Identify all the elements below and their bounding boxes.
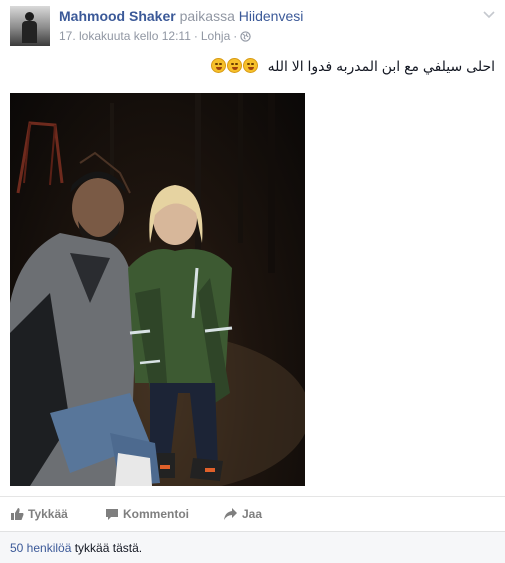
post-timestamp[interactable]: 17. lokakuuta kello 12:11	[59, 29, 191, 43]
laughing-emoji	[211, 58, 226, 73]
share-button[interactable]: Jaa	[223, 507, 262, 521]
location-link[interactable]: Hiidenvesi	[239, 8, 304, 24]
comment-label: Kommentoi	[123, 507, 189, 521]
share-label: Jaa	[242, 507, 263, 521]
comment-button[interactable]: Kommentoi	[105, 507, 189, 521]
like-button[interactable]: Tykkää	[10, 507, 68, 521]
location-prefix: paikassa	[179, 8, 235, 24]
likes-rest-text: tykkää tästä.	[71, 541, 143, 555]
chevron-down-icon[interactable]	[483, 8, 495, 22]
crying-laughing-emoji	[243, 58, 258, 73]
likes-count-link[interactable]: 50 henkilöä	[10, 541, 71, 555]
globe-icon[interactable]	[240, 31, 251, 45]
meta-separator: ·	[233, 29, 238, 43]
post-place[interactable]: Lohja	[201, 29, 230, 43]
like-label: Tykkää	[28, 507, 68, 521]
comment-icon	[106, 509, 118, 520]
post-author-line: Mahmood Shaker paikassa Hiidenvesi	[59, 8, 303, 24]
likes-summary: 50 henkilöä tykkää tästä.	[0, 531, 505, 563]
grinning-emoji	[227, 58, 242, 73]
avatar[interactable]	[10, 6, 50, 46]
post-photo[interactable]	[10, 93, 305, 486]
facebook-post: Mahmood Shaker paikassa Hiidenvesi 17. l…	[0, 0, 505, 563]
author-name[interactable]: Mahmood Shaker	[59, 8, 176, 24]
photo-scene	[10, 93, 305, 486]
post-meta: 17. lokakuuta kello 12:11 · Lohja ·	[59, 29, 251, 45]
thumbs-up-icon	[11, 508, 24, 520]
post-text: احلى سيلفي مع ابن المدربه فدوا الا الله	[267, 58, 495, 74]
meta-separator: ·	[193, 29, 198, 43]
share-icon	[224, 508, 237, 520]
post-actions: Tykkää Kommentoi Jaa	[0, 496, 505, 532]
